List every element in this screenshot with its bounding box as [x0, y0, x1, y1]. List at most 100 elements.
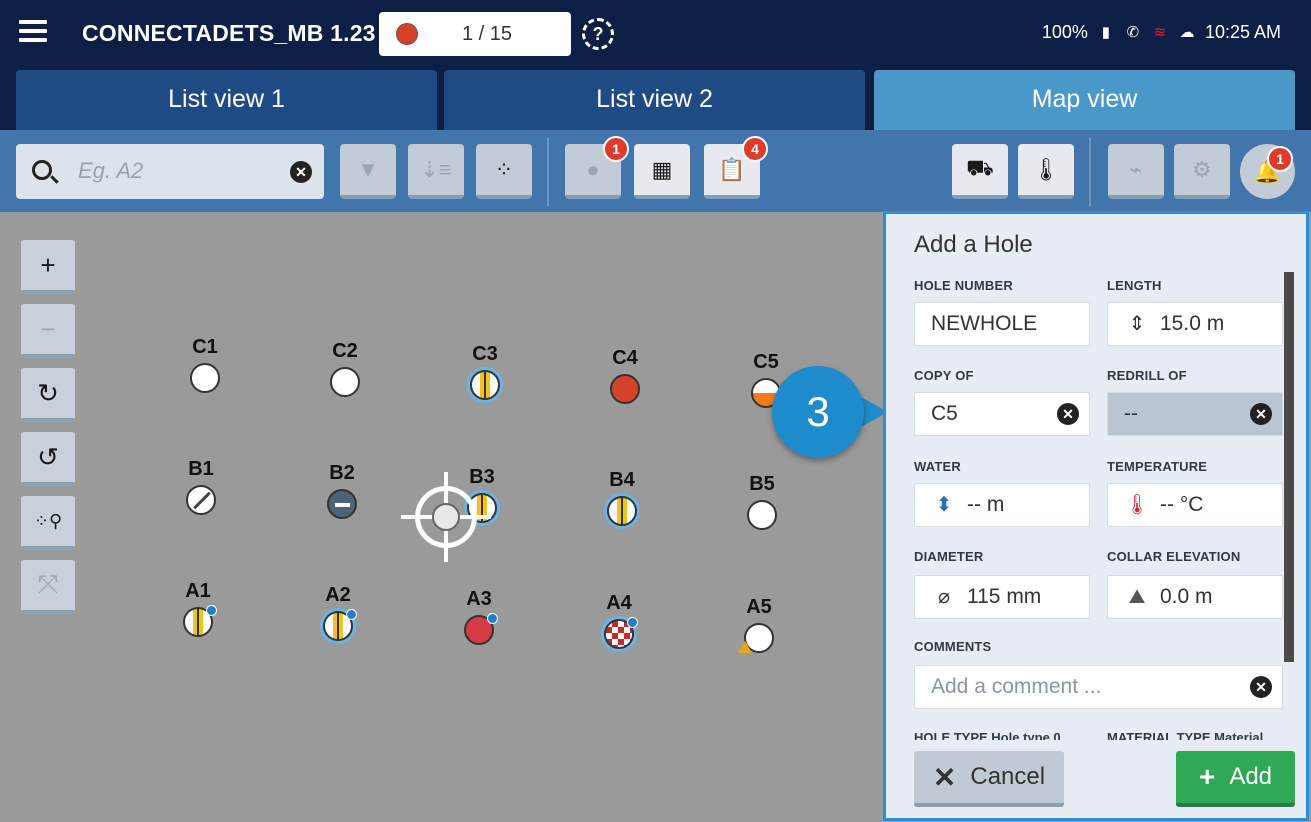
temperature-value: -- °C	[1160, 493, 1204, 516]
battery-text: 100%	[1041, 22, 1088, 42]
hole-label: B2	[329, 462, 355, 484]
hole-label: C1	[192, 336, 218, 358]
thermometer-button[interactable]: 🌡	[1018, 144, 1074, 199]
settings-button[interactable]: ⚙	[1174, 144, 1230, 199]
notifications-badge: 1	[1267, 146, 1293, 172]
dots-pattern-icon: ⁘	[494, 156, 514, 182]
app-title: CONNECTADETS_MB 1.23	[82, 20, 376, 46]
hole-label: C4	[612, 347, 638, 369]
panel-scrollbar[interactable]	[1284, 272, 1294, 662]
copy-of-value: C5	[931, 402, 958, 425]
diameter-label: DIAMETER	[914, 549, 984, 564]
wifi-icon: ≋	[1153, 23, 1167, 41]
search-input[interactable]	[78, 154, 278, 188]
search-icon	[32, 160, 52, 180]
cancel-label: Cancel	[970, 763, 1046, 790]
length-icon: ⇕	[1128, 313, 1146, 335]
collar-elevation-label: COLLAR ELEVATION	[1107, 549, 1241, 564]
hole-c2[interactable]: C2	[310, 340, 380, 397]
add-button[interactable]: + Add	[1176, 751, 1295, 807]
battery-charging-icon: ▮	[1101, 23, 1111, 41]
truck-button[interactable]: ⛟	[952, 144, 1008, 199]
hole-c4[interactable]: C4	[590, 347, 660, 404]
clear-copy-of-icon[interactable]: ✕	[1057, 403, 1079, 425]
hole-c3[interactable]: C3	[450, 343, 520, 400]
collar-elevation-field[interactable]: ⛰ 0.0 m	[1107, 575, 1283, 619]
comments-field[interactable]: ✕	[914, 665, 1283, 709]
tab-list-view-1[interactable]: List view 1	[16, 70, 437, 130]
cancel-button[interactable]: ✕ Cancel	[914, 751, 1064, 807]
minus-icon: −	[40, 313, 56, 344]
rotate-cw-button[interactable]: ↻	[21, 368, 75, 422]
grid-button[interactable]: ▦	[634, 144, 690, 199]
help-icon[interactable]: ?	[582, 18, 614, 50]
connect-button[interactable]: ⌁	[1108, 144, 1164, 199]
water-field[interactable]: ⬍ -- m	[914, 483, 1090, 527]
redrill-of-value: --	[1124, 402, 1138, 425]
rotate-ccw-icon: ↺	[37, 441, 59, 472]
points-button[interactable]: ● 1	[565, 136, 629, 199]
separator	[1089, 138, 1091, 206]
hole-b1[interactable]: B1	[166, 458, 236, 515]
menu-icon[interactable]	[19, 20, 47, 44]
elevation-icon: ⛰	[1128, 586, 1146, 608]
clipboard-button[interactable]: 📋 4	[704, 136, 768, 199]
hole-b5[interactable]: B5	[727, 473, 797, 530]
hole-a2[interactable]: A2	[303, 584, 373, 641]
add-label: Add	[1229, 763, 1273, 790]
diameter-value: 115 mm	[967, 585, 1042, 608]
length-field[interactable]: ⇕ 15.0 m	[1107, 302, 1283, 346]
hole-a3[interactable]: A3	[444, 588, 514, 645]
clipboard-icon: 📋	[718, 156, 746, 182]
tab-list-view-2[interactable]: List view 2	[444, 70, 865, 130]
clear-search-icon[interactable]: ✕	[290, 161, 312, 183]
hole-a4[interactable]: A4	[584, 592, 654, 649]
status-bar: 100% ▮ ✆ ≋ ☁ 10:25 AM	[1042, 22, 1281, 43]
zoom-out-button[interactable]: −	[21, 304, 75, 358]
hole-red-icon	[610, 374, 640, 404]
hole-charged-icon	[323, 609, 357, 641]
tab-map-view[interactable]: Map view	[874, 70, 1295, 130]
rotate-ccw-button[interactable]: ↺	[21, 432, 75, 486]
length-value: 15.0 m	[1160, 312, 1225, 335]
hole-a5[interactable]: A5	[724, 596, 794, 653]
plus-icon: +	[1198, 761, 1216, 792]
crosshair-icon[interactable]	[401, 472, 491, 562]
hole-label: A5	[746, 596, 772, 618]
zoom-to-selection-button[interactable]: ⁘⚲	[21, 496, 75, 550]
step-callout: 3	[772, 366, 888, 458]
hole-number-field[interactable]: NEWHOLE	[914, 302, 1090, 346]
hole-number-label: HOLE NUMBER	[914, 278, 1013, 293]
hole-a1[interactable]: A1	[163, 580, 233, 637]
hole-label: B5	[749, 473, 775, 495]
top-bar: CONNECTADETS_MB 1.23 1 / 15 ? 100% ▮ ✆ ≋…	[0, 0, 1311, 68]
zoom-in-button[interactable]: +	[21, 240, 75, 294]
hole-slash-icon	[186, 485, 216, 515]
hole-counter[interactable]: 1 / 15	[379, 12, 571, 56]
comments-input[interactable]	[931, 675, 1177, 699]
add-hole-panel: Add a Hole HOLE NUMBER NEWHOLE LENGTH ⇕ 1…	[883, 211, 1309, 821]
diameter-field[interactable]: ⌀ 115 mm	[914, 575, 1090, 619]
pattern-button[interactable]: ⁘	[476, 144, 532, 199]
filter-button[interactable]: ▼	[340, 144, 396, 199]
hole-c1[interactable]: C1	[170, 336, 240, 393]
water-value: -- m	[967, 493, 1005, 516]
clear-redrill-of-icon[interactable]: ✕	[1250, 403, 1272, 425]
copy-of-field[interactable]: C5 ✕	[914, 392, 1090, 436]
cloud-icon: ☁	[1179, 23, 1195, 41]
sort-button[interactable]: ⇣≡	[408, 144, 464, 199]
notifications-button[interactable]: 🔔 1	[1240, 144, 1295, 199]
hole-b2[interactable]: B2	[307, 462, 377, 519]
clear-comments-icon[interactable]: ✕	[1250, 676, 1272, 698]
clock-text: 10:25 AM	[1204, 22, 1281, 42]
hole-label: B4	[609, 469, 635, 491]
redrill-of-field[interactable]: -- ✕	[1107, 392, 1283, 436]
temperature-field[interactable]: 🌡 -- °C	[1107, 483, 1283, 527]
fit-to-screen-button[interactable]: ⤧	[21, 560, 75, 614]
thermometer-icon: 🌡	[1124, 494, 1150, 516]
diameter-icon: ⌀	[937, 586, 951, 608]
hole-b4[interactable]: B4	[587, 469, 657, 526]
map-area[interactable]: + − ↻ ↺ ⁘⚲ ⤧ C1 C2 C3 C4 C5 B1 B2 B3 B4	[0, 212, 885, 822]
callout-number: 3	[772, 366, 864, 458]
redrill-of-label: REDRILL OF	[1107, 368, 1187, 383]
